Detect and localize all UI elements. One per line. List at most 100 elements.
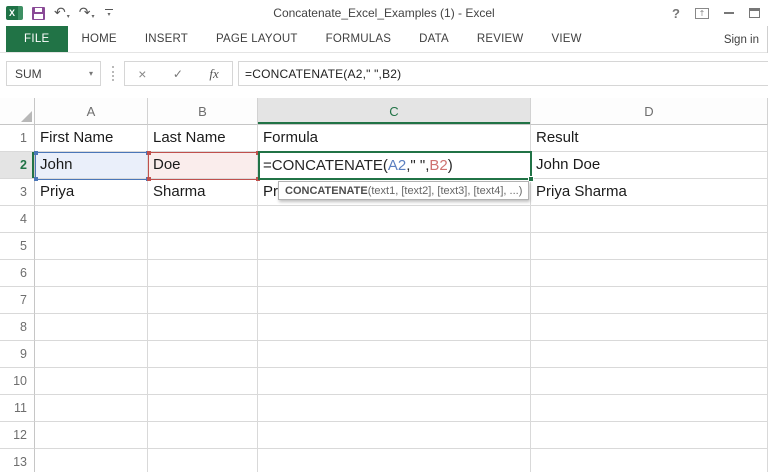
cell-C11[interactable] bbox=[258, 395, 531, 422]
cell-A1[interactable]: First Name bbox=[35, 125, 148, 152]
tab-data[interactable]: DATA bbox=[405, 26, 463, 52]
cell-A4[interactable] bbox=[35, 206, 148, 233]
cell-D10[interactable] bbox=[531, 368, 768, 395]
save-icon[interactable] bbox=[32, 6, 45, 20]
cell-D9[interactable] bbox=[531, 341, 768, 368]
help-icon[interactable]: ? bbox=[672, 6, 680, 21]
tab-formulas[interactable]: FORMULAS bbox=[312, 26, 406, 52]
cell-C9[interactable] bbox=[258, 341, 531, 368]
row-header-10[interactable]: 10 bbox=[0, 368, 35, 395]
tab-home[interactable]: HOME bbox=[68, 26, 131, 52]
row-header-8[interactable]: 8 bbox=[0, 314, 35, 341]
screentip-signature: (text1, [text2], [text3], [text4], ...) bbox=[367, 184, 523, 197]
row-header-11[interactable]: 11 bbox=[0, 395, 35, 422]
cell-B9[interactable] bbox=[148, 341, 258, 368]
cell-C12[interactable] bbox=[258, 422, 531, 449]
cell-A12[interactable] bbox=[35, 422, 148, 449]
cell-D3[interactable]: Priya Sharma bbox=[531, 179, 768, 206]
cell-A5[interactable] bbox=[35, 233, 148, 260]
row-header-5[interactable]: 5 bbox=[0, 233, 35, 260]
cell-B11[interactable] bbox=[148, 395, 258, 422]
formula-bar-drag-handle[interactable] bbox=[112, 66, 114, 81]
row-header-6[interactable]: 6 bbox=[0, 260, 35, 287]
cell-B4[interactable] bbox=[148, 206, 258, 233]
undo-dropdown-icon[interactable]: ▾ bbox=[67, 13, 70, 20]
tab-insert[interactable]: INSERT bbox=[131, 26, 202, 52]
cell-D7[interactable] bbox=[531, 287, 768, 314]
cell-D8[interactable] bbox=[531, 314, 768, 341]
sheet-row-4: 4 bbox=[0, 206, 768, 233]
cell-C13[interactable] bbox=[258, 449, 531, 472]
cell-C10[interactable] bbox=[258, 368, 531, 395]
cell-A3[interactable]: Priya bbox=[35, 179, 148, 206]
cell-B10[interactable] bbox=[148, 368, 258, 395]
cell-D11[interactable] bbox=[531, 395, 768, 422]
redo-dropdown-icon[interactable]: ▾ bbox=[91, 13, 94, 20]
row-header-2[interactable]: 2 bbox=[0, 152, 35, 179]
minimize-icon[interactable] bbox=[724, 12, 734, 14]
cell-B12[interactable] bbox=[148, 422, 258, 449]
cell-B1[interactable]: Last Name bbox=[148, 125, 258, 152]
row-header-12[interactable]: 12 bbox=[0, 422, 35, 449]
column-header-A[interactable]: A bbox=[35, 98, 148, 125]
column-header-B[interactable]: B bbox=[148, 98, 258, 125]
cell-A8[interactable] bbox=[35, 314, 148, 341]
row-header-9[interactable]: 9 bbox=[0, 341, 35, 368]
cell-D13[interactable] bbox=[531, 449, 768, 472]
customize-quick-access-icon[interactable]: ▾ bbox=[104, 8, 114, 18]
name-box-dropdown-icon[interactable]: ▾ bbox=[89, 69, 100, 78]
cell-C8[interactable] bbox=[258, 314, 531, 341]
cell-B6[interactable] bbox=[148, 260, 258, 287]
cell-A2[interactable]: John bbox=[35, 152, 148, 179]
cell-A7[interactable] bbox=[35, 287, 148, 314]
cell-D2[interactable]: John Doe bbox=[531, 152, 768, 179]
column-header-C[interactable]: C bbox=[258, 98, 531, 125]
cell-A6[interactable] bbox=[35, 260, 148, 287]
cell-C5[interactable] bbox=[258, 233, 531, 260]
cell-A13[interactable] bbox=[35, 449, 148, 472]
cell-C6[interactable] bbox=[258, 260, 531, 287]
name-box[interactable]: SUM ▾ bbox=[6, 61, 101, 86]
cell-B2[interactable]: Doe bbox=[148, 152, 258, 179]
undo-button[interactable]: ↶ ▾ bbox=[54, 6, 70, 20]
cell-C7[interactable] bbox=[258, 287, 531, 314]
cancel-icon[interactable]: × bbox=[138, 66, 146, 82]
tab-review[interactable]: REVIEW bbox=[463, 26, 538, 52]
cell-B3[interactable]: Sharma bbox=[148, 179, 258, 206]
cell-B7[interactable] bbox=[148, 287, 258, 314]
cell-editor-c2[interactable]: =CONCATENATE(A2," ",B2) bbox=[258, 151, 534, 182]
name-box-value: SUM bbox=[15, 66, 42, 81]
cell-A9[interactable] bbox=[35, 341, 148, 368]
cell-C1[interactable]: Formula bbox=[258, 125, 531, 152]
row-header-1[interactable]: 1 bbox=[0, 125, 35, 152]
cell-D1[interactable]: Result bbox=[531, 125, 768, 152]
maximize-icon[interactable] bbox=[749, 8, 760, 18]
cell-A11[interactable] bbox=[35, 395, 148, 422]
enter-icon[interactable]: ✓ bbox=[173, 67, 183, 81]
insert-function-icon[interactable]: fx bbox=[209, 66, 218, 82]
tab-page-layout[interactable]: PAGE LAYOUT bbox=[202, 26, 312, 52]
screentip-function-name: CONCATENATE bbox=[285, 184, 368, 197]
column-header-D[interactable]: D bbox=[531, 98, 768, 125]
cell-B13[interactable] bbox=[148, 449, 258, 472]
tab-file[interactable]: FILE bbox=[6, 26, 68, 52]
redo-button[interactable]: ↷ ▾ bbox=[79, 6, 95, 20]
cell-D12[interactable] bbox=[531, 422, 768, 449]
row-header-7[interactable]: 7 bbox=[0, 287, 35, 314]
select-all-corner[interactable] bbox=[0, 98, 35, 125]
tab-view[interactable]: VIEW bbox=[537, 26, 595, 52]
cell-C4[interactable] bbox=[258, 206, 531, 233]
cell-D5[interactable] bbox=[531, 233, 768, 260]
row-header-13[interactable]: 13 bbox=[0, 449, 35, 472]
cell-D4[interactable] bbox=[531, 206, 768, 233]
cell-D6[interactable] bbox=[531, 260, 768, 287]
excel-app-icon[interactable]: X bbox=[6, 6, 23, 20]
formula-input[interactable]: =CONCATENATE(A2," ",B2) bbox=[238, 61, 768, 86]
sign-in-link[interactable]: Sign in bbox=[716, 26, 768, 53]
row-header-4[interactable]: 4 bbox=[0, 206, 35, 233]
cell-B5[interactable] bbox=[148, 233, 258, 260]
row-header-3[interactable]: 3 bbox=[0, 179, 35, 206]
cell-A10[interactable] bbox=[35, 368, 148, 395]
ribbon-display-options-icon[interactable]: ↑ bbox=[695, 7, 709, 19]
cell-B8[interactable] bbox=[148, 314, 258, 341]
